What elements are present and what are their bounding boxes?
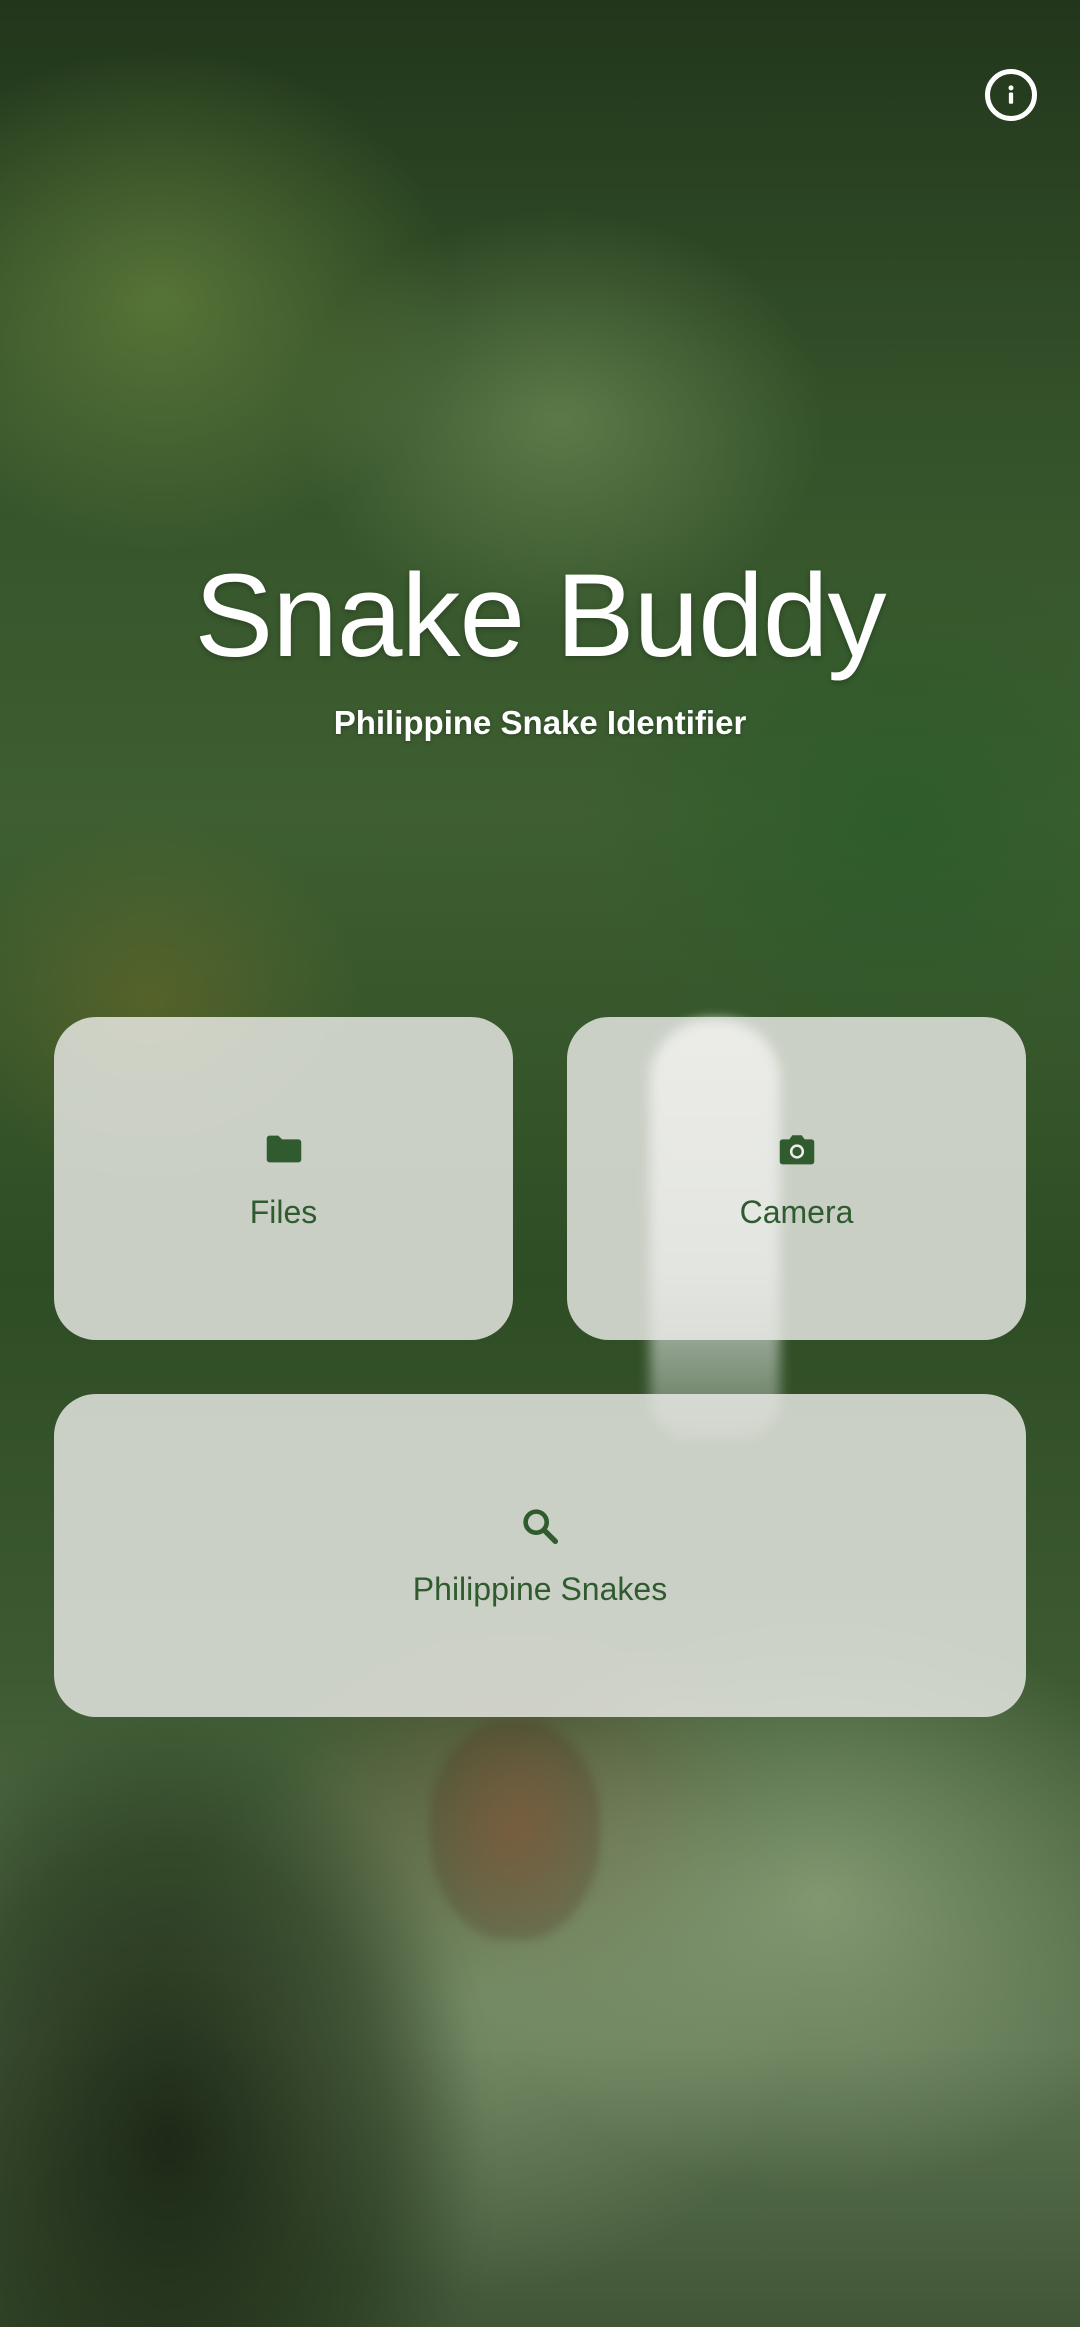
app-subtitle: Philippine Snake Identifier <box>333 704 747 741</box>
camera-label: Camera <box>739 1194 854 1230</box>
app-title: Snake Buddy <box>194 550 887 682</box>
folder-icon <box>261 1126 307 1172</box>
philippine-snakes-label: Philippine Snakes <box>412 1571 668 1607</box>
files-label: Files <box>249 1194 318 1230</box>
camera-icon <box>774 1126 820 1172</box>
philippine-snakes-button[interactable]: Philippine Snakes <box>54 1394 1026 1717</box>
info-button[interactable] <box>985 69 1037 121</box>
camera-button[interactable]: Camera <box>567 1017 1026 1340</box>
search-icon <box>517 1503 563 1549</box>
foreground-leaves <box>0 1720 480 2327</box>
files-button[interactable]: Files <box>54 1017 513 1340</box>
info-icon <box>1008 85 1014 104</box>
